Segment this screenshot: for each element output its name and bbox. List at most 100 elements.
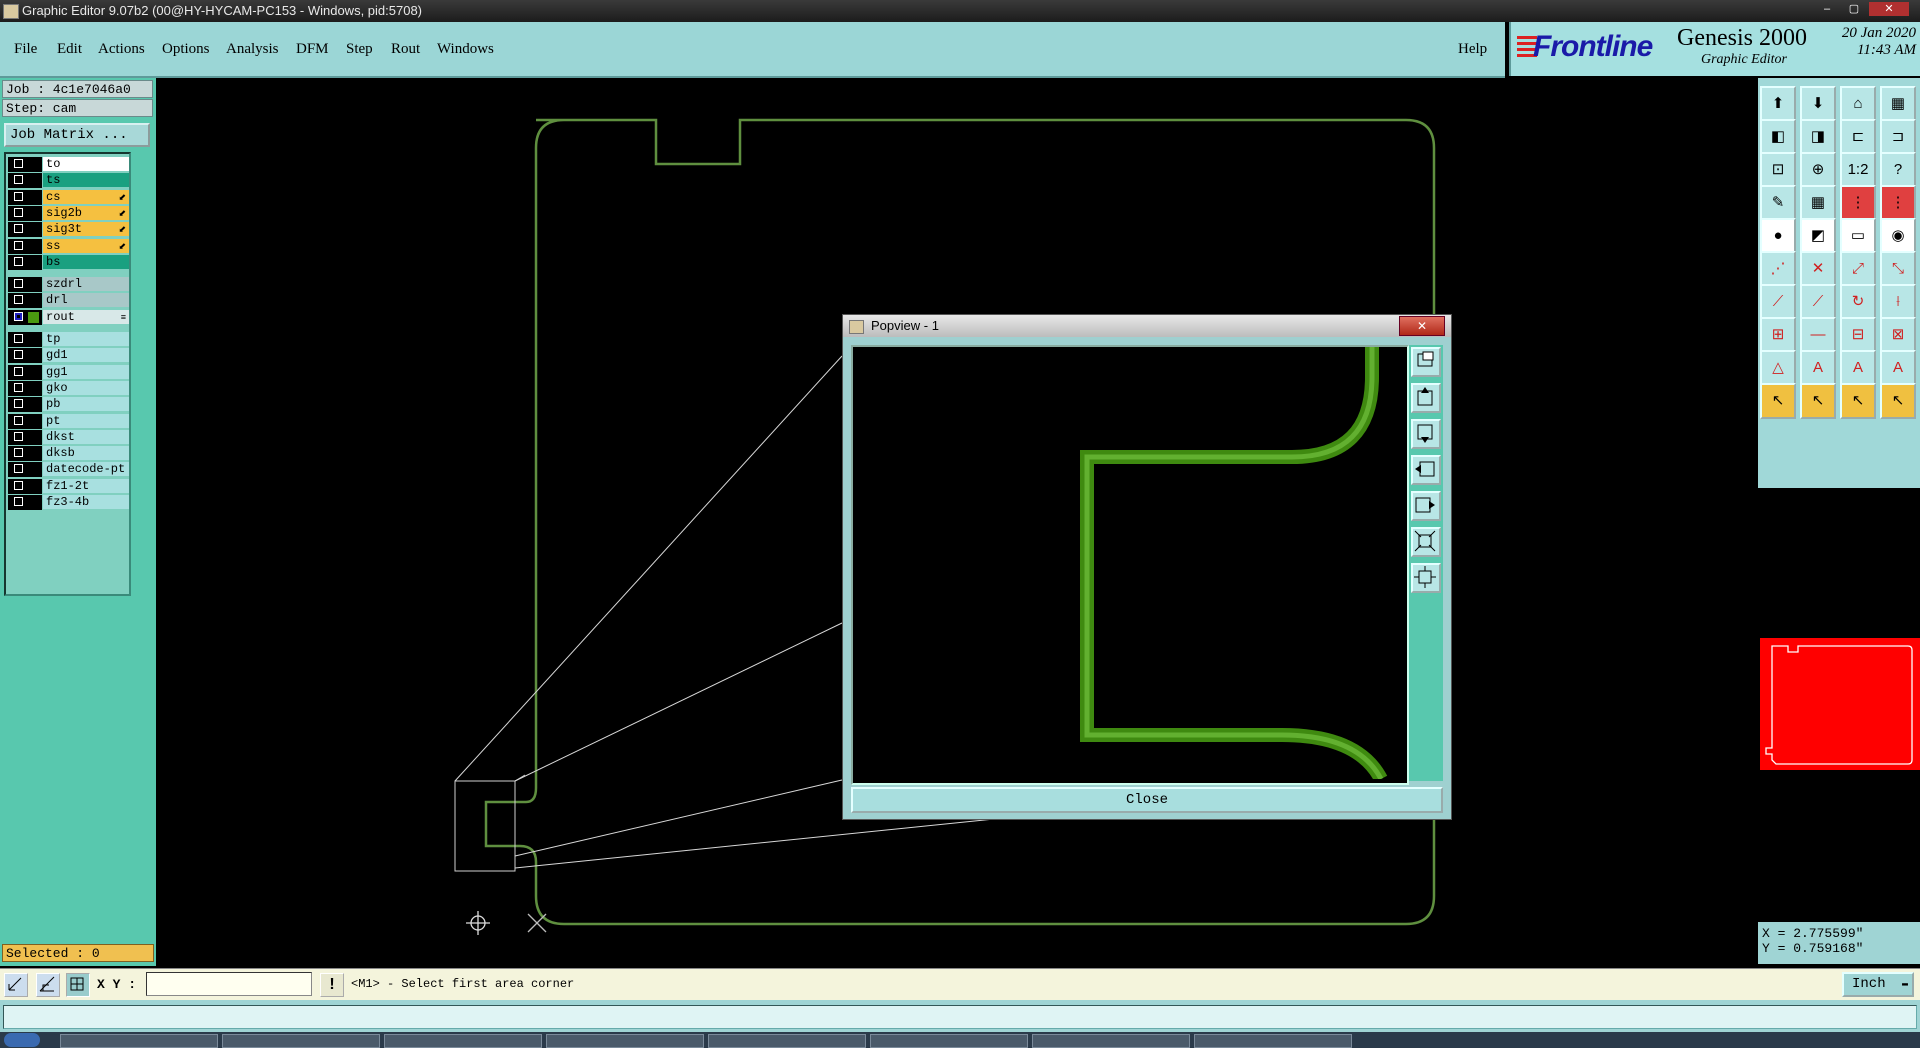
arc-feature-icon[interactable]: ⊟ xyxy=(1840,317,1876,353)
pad-feature-icon[interactable]: ⊞ xyxy=(1760,317,1796,353)
cursor-icon[interactable]: ✎ xyxy=(1760,185,1796,221)
layer-checkbox[interactable] xyxy=(14,399,23,409)
text-triangle-icon[interactable]: △ xyxy=(1760,350,1796,386)
panels-icon[interactable]: ▦ xyxy=(1880,86,1916,122)
layer-checkbox[interactable] xyxy=(14,415,23,425)
job-matrix-button[interactable]: Job Matrix ... xyxy=(4,123,150,147)
minimize-button[interactable]: – xyxy=(1815,2,1839,16)
layer-row-tp[interactable]: tp xyxy=(8,332,129,347)
copy-icon[interactable]: ⤡ xyxy=(1880,251,1916,287)
add-circle-icon[interactable]: ◉ xyxy=(1880,218,1916,254)
layer-row-fz3-4b[interactable]: fz3-4b xyxy=(8,495,129,510)
delete-icon[interactable]: ✕ xyxy=(1800,251,1836,287)
one-to-one-icon[interactable]: 1:2 xyxy=(1840,152,1876,188)
layer-checkbox[interactable] xyxy=(14,334,23,343)
layer-row-bs[interactable]: bs xyxy=(8,254,129,270)
layer-row-gko[interactable]: gko xyxy=(8,380,129,396)
menu-windows[interactable]: Windows xyxy=(437,41,494,58)
text-a-icon[interactable]: A xyxy=(1800,350,1836,386)
taskbar-item[interactable] xyxy=(384,1034,542,1048)
taskbar-item[interactable] xyxy=(708,1034,866,1048)
layer-row-cs[interactable]: cs ⬋ xyxy=(8,189,129,205)
select-remove-icon[interactable]: ↖ xyxy=(1840,383,1876,419)
popview-zoom-home-button[interactable] xyxy=(1411,527,1441,557)
layer-row-gg1[interactable]: gg1 xyxy=(8,364,129,380)
open-layer-icon[interactable]: ⬆ xyxy=(1760,86,1796,122)
units-selector[interactable]: Inch ▬ xyxy=(1842,972,1914,997)
taskbar-item[interactable] xyxy=(546,1034,704,1048)
close-window-button[interactable]: ✕ xyxy=(1869,2,1909,16)
taskbar-item[interactable] xyxy=(60,1034,218,1048)
layer-row-ss[interactable]: ss ⬋ xyxy=(8,238,129,254)
snap-lines-icon[interactable]: ⋮ xyxy=(1880,185,1916,221)
menu-rout[interactable]: Rout xyxy=(391,41,420,58)
layer-checkbox[interactable] xyxy=(14,497,23,506)
home-icon[interactable]: ⌂ xyxy=(1840,86,1876,122)
layer-checkbox[interactable] xyxy=(14,207,23,217)
connect-icon[interactable]: ⋰ xyxy=(1760,251,1796,287)
measure-icon[interactable]: ▭ xyxy=(1840,218,1876,254)
mirror-icon[interactable]: ⟊ xyxy=(1880,284,1916,320)
popview-close-button[interactable]: Close xyxy=(851,787,1443,813)
zoom-fit-icon[interactable]: ⊡ xyxy=(1760,152,1796,188)
line-feature-icon[interactable]: — xyxy=(1800,317,1836,353)
layer-row-to[interactable]: to xyxy=(8,157,129,172)
menu-help[interactable]: Help xyxy=(1458,41,1487,58)
zoom-prev-icon[interactable]: ⊏ xyxy=(1840,119,1876,155)
taskbar-item[interactable] xyxy=(222,1034,380,1048)
layer-checkbox[interactable] xyxy=(14,175,23,185)
select-net-icon[interactable]: ↖ xyxy=(1880,383,1916,419)
layer-row-dkst[interactable]: dkst xyxy=(8,429,129,445)
layer-checkbox[interactable] xyxy=(14,350,23,360)
layer-row-pt[interactable]: pt xyxy=(8,413,129,429)
popview-pan-right-button[interactable] xyxy=(1411,491,1441,521)
pan-left-icon[interactable]: ◧ xyxy=(1760,119,1796,155)
layer-checkbox[interactable] xyxy=(14,256,23,266)
grid-mode-button[interactable] xyxy=(66,973,90,997)
layer-checkbox[interactable] xyxy=(14,159,23,168)
snap-points-icon[interactable]: ⋮ xyxy=(1840,185,1876,221)
layer-checkbox[interactable] xyxy=(14,431,23,441)
menu-actions[interactable]: Actions xyxy=(98,41,145,58)
layer-row-drl[interactable]: drl xyxy=(8,293,129,309)
popview-pan-down-button[interactable] xyxy=(1411,419,1441,449)
rotate-icon[interactable]: ↻ xyxy=(1840,284,1876,320)
popview-close-icon[interactable]: ✕ xyxy=(1399,316,1445,336)
layer-checkbox[interactable] xyxy=(14,295,23,305)
layer-row-sig2b[interactable]: sig2b ⬋ xyxy=(8,205,129,221)
layer-row-pb[interactable]: pb xyxy=(8,397,129,413)
select-icon[interactable]: ↖ xyxy=(1760,383,1796,419)
overview-map[interactable] xyxy=(1758,490,1920,920)
grid-icon[interactable]: ▦ xyxy=(1800,185,1836,221)
layer-row-gd1[interactable]: gd1 xyxy=(8,348,129,364)
menu-file[interactable]: File xyxy=(14,41,37,58)
layer-checkbox[interactable] xyxy=(14,311,23,321)
layer-row-fz1-2t[interactable]: fz1-2t xyxy=(8,478,129,494)
taskbar-item[interactable] xyxy=(1194,1034,1352,1048)
taskbar-item[interactable] xyxy=(870,1034,1028,1048)
zoom-back-icon[interactable]: ⊐ xyxy=(1880,119,1916,155)
text-b-icon[interactable]: A xyxy=(1840,350,1876,386)
layer-row-datecode-pt[interactable]: datecode-pt xyxy=(8,462,129,478)
layer-row-szdrl[interactable]: szdrl xyxy=(8,277,129,293)
popview-zoom-fit-button[interactable] xyxy=(1411,563,1441,593)
layer-checkbox[interactable] xyxy=(14,240,23,250)
layer-checkbox[interactable] xyxy=(14,224,23,234)
select-add-icon[interactable]: ↖ xyxy=(1800,383,1836,419)
menu-edit[interactable]: Edit xyxy=(57,41,82,58)
layer-row-ts[interactable]: ts xyxy=(8,173,129,189)
menu-step[interactable]: Step xyxy=(346,41,373,58)
popview-pan-left-button[interactable] xyxy=(1411,455,1441,485)
layer-row-rout[interactable]: rout ≡ xyxy=(8,309,129,325)
maximize-button[interactable]: ▢ xyxy=(1842,2,1866,16)
xy-input[interactable] xyxy=(146,972,312,996)
layer-checkbox[interactable] xyxy=(14,448,23,458)
pan-right-icon[interactable]: ◨ xyxy=(1800,119,1836,155)
measure-mode-button[interactable] xyxy=(36,973,60,997)
draw-arc-icon[interactable]: ⟋ xyxy=(1800,284,1836,320)
layer-row-dksb[interactable]: dksb xyxy=(8,446,129,462)
alert-icon[interactable]: ! xyxy=(320,973,344,997)
layer-checkbox[interactable] xyxy=(14,464,23,474)
layer-row-sig3t[interactable]: sig3t ⬋ xyxy=(8,222,129,238)
layer-checkbox[interactable] xyxy=(14,480,23,490)
